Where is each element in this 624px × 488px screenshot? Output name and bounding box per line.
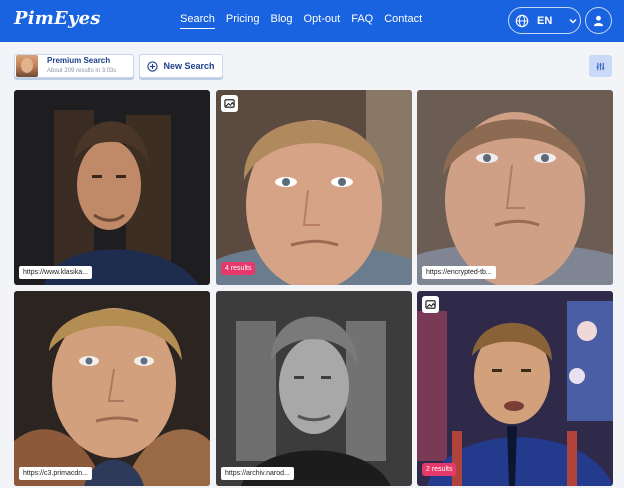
result-count-badge-2[interactable]: 4 results [221, 262, 256, 275]
result-image-4 [14, 291, 210, 486]
result-card-6[interactable]: 2 results [417, 291, 613, 486]
filter-button[interactable] [589, 55, 612, 77]
results-summary: About 209 results in 3.03s [47, 68, 117, 74]
result-card-3[interactable]: https://encrypted-tb... [417, 90, 613, 285]
pimeyes-logo[interactable]: PimEyes [14, 8, 101, 29]
user-account-button[interactable] [585, 7, 612, 34]
query-face-thumbnail [16, 55, 38, 77]
premium-search-button[interactable]: Premium Search About 209 results in 3.03… [14, 54, 134, 78]
result-card-1[interactable]: https://www.klasika... [14, 90, 210, 285]
result-url-3[interactable]: https://encrypted-tb... [422, 266, 496, 279]
nav-blog[interactable]: Blog [270, 13, 292, 29]
premium-title: Premium Search [47, 56, 111, 65]
result-url-4[interactable]: https://c3.primacdn... [19, 467, 92, 480]
result-card-2[interactable]: 4 results [216, 90, 412, 285]
new-search-label: New Search [163, 61, 215, 71]
plus-circle-icon [147, 60, 159, 72]
nav-faq[interactable]: FAQ [351, 13, 373, 29]
globe-icon [515, 14, 529, 27]
image-badge-icon [422, 296, 439, 313]
nav-opt-out[interactable]: Opt-out [304, 13, 341, 29]
result-card-5[interactable]: https://archiv.narod... [216, 291, 412, 486]
result-card-4[interactable]: https://c3.primacdn... [14, 291, 210, 486]
result-url-5[interactable]: https://archiv.narod... [221, 467, 294, 480]
result-image-5 [216, 291, 412, 486]
result-image-3 [417, 90, 613, 285]
result-image-1 [14, 90, 210, 285]
main-nav: Search Pricing Blog Opt-out FAQ Contact [180, 13, 433, 29]
result-url-1[interactable]: https://www.klasika... [19, 266, 92, 279]
result-image-6 [417, 291, 613, 486]
image-badge-icon [221, 95, 238, 112]
nav-contact[interactable]: Contact [384, 13, 422, 29]
nav-search[interactable]: Search [180, 13, 215, 29]
result-count-badge-6[interactable]: 2 results [422, 463, 457, 476]
nav-pricing[interactable]: Pricing [226, 13, 260, 29]
result-image-2 [216, 90, 412, 285]
top-header: PimEyes Search Pricing Blog Opt-out FAQ … [0, 0, 624, 42]
chevron-down-icon [569, 18, 577, 23]
new-search-button[interactable]: New Search [139, 54, 223, 78]
language-label: EN [537, 14, 553, 27]
user-icon [593, 15, 604, 27]
filter-sliders-icon [596, 62, 605, 70]
language-selector[interactable]: EN [508, 7, 581, 34]
